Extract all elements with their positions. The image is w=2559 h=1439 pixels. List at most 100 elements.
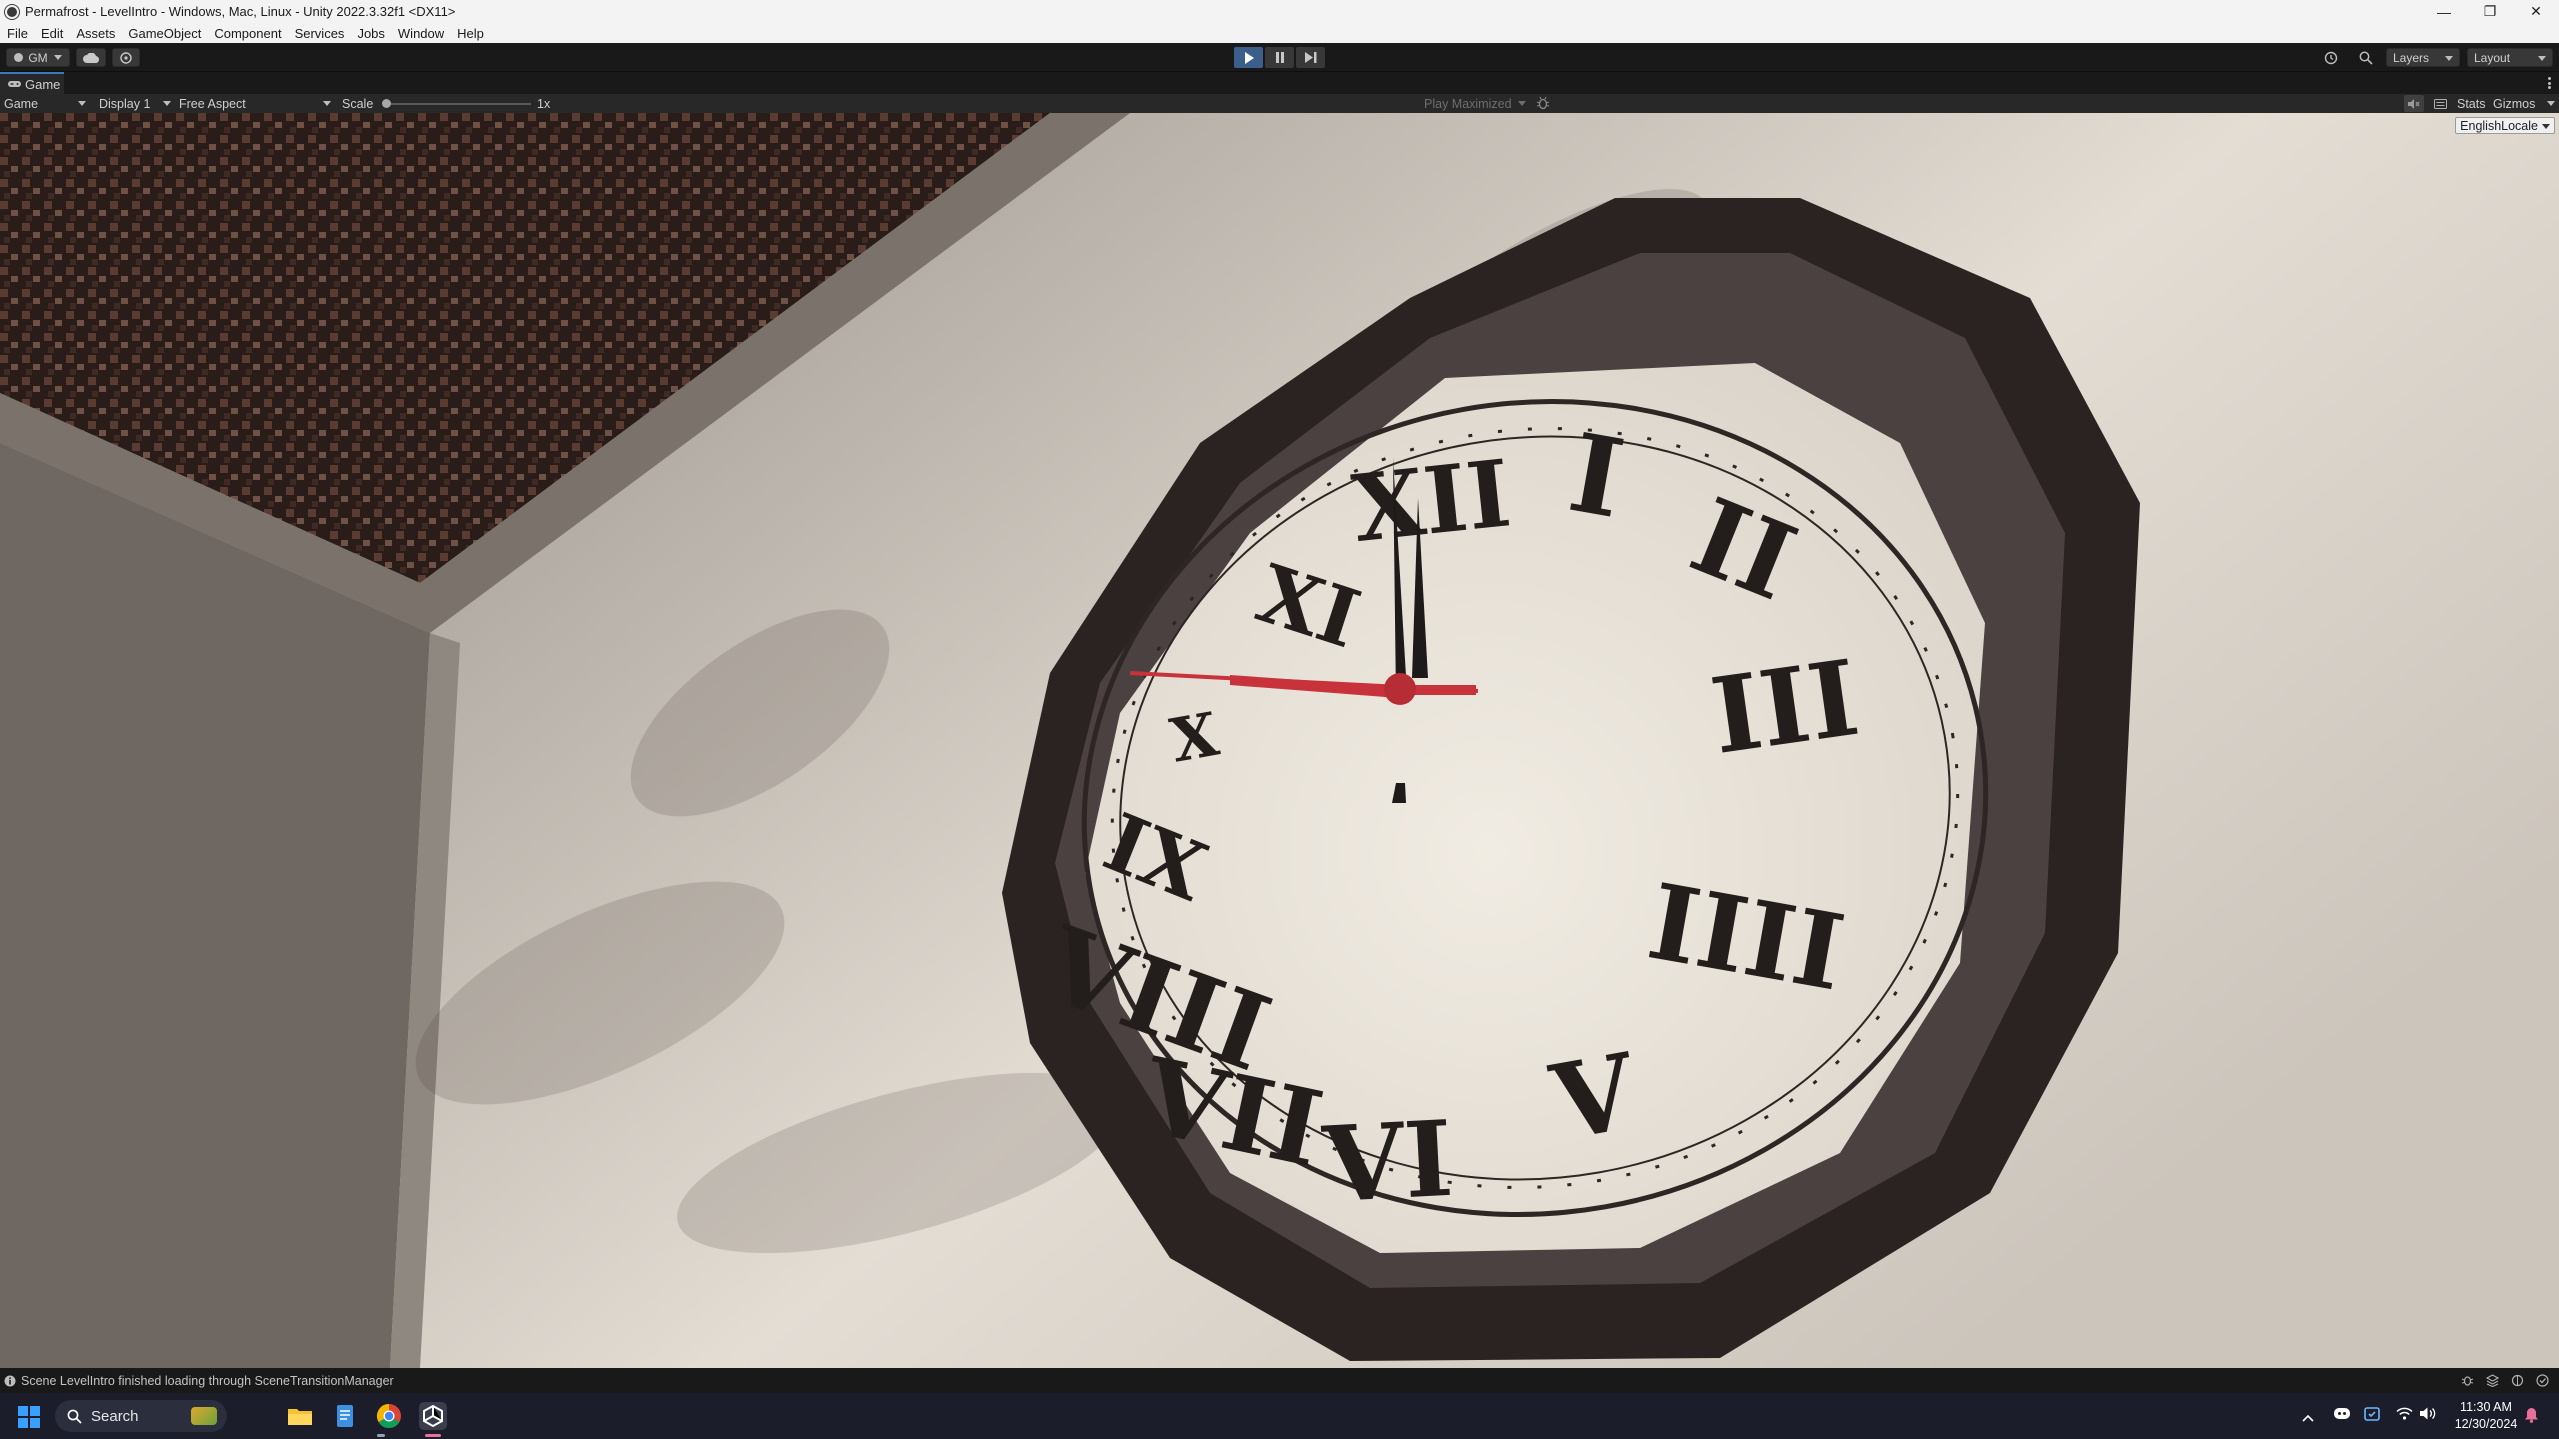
running-indicator (377, 1434, 385, 1437)
step-button[interactable] (1296, 47, 1325, 68)
search-button[interactable] (2353, 48, 2379, 67)
wifi-icon[interactable] (2396, 1407, 2413, 1425)
search-placeholder: Search (91, 1407, 139, 1425)
chevron-down-icon (2538, 56, 2546, 61)
gamepad-icon (8, 81, 21, 87)
play-mode-dropdown[interactable]: Play Maximized (1424, 96, 1528, 111)
display-dropdown[interactable]: Display 1 (99, 96, 173, 111)
view-dropdown[interactable]: Game (4, 96, 88, 111)
menu-gameobject[interactable]: GameObject (128, 26, 201, 41)
notepad-icon[interactable] (331, 1402, 359, 1430)
file-explorer-icon[interactable] (286, 1402, 314, 1430)
check-circle-icon[interactable] (2536, 1374, 2549, 1387)
chevron-down-icon (2445, 56, 2453, 61)
bug-icon[interactable] (2461, 1374, 2474, 1387)
layout-label: Layout (2474, 50, 2511, 65)
step-icon (1304, 52, 1316, 63)
chevron-down-icon (163, 101, 171, 106)
keyboard-icon (2433, 98, 2447, 109)
clock-time: 11:30 AM (2460, 1400, 2512, 1414)
notification-bell-icon[interactable] (2524, 1407, 2539, 1428)
windows-start-button[interactable] (18, 1406, 40, 1428)
frame-debugger-button[interactable] (1536, 96, 1552, 111)
numeral-vi: VI (1319, 1097, 1456, 1227)
scale-label: Scale (342, 96, 374, 111)
account-label: GM (28, 50, 48, 65)
chevron-down-icon (2542, 124, 2550, 129)
window-title-bar: Permafrost - LevelIntro - Windows, Mac, … (0, 0, 2559, 23)
scale-slider-thumb[interactable] (382, 99, 391, 108)
play-icon (1244, 51, 1254, 64)
chevron-down-icon (78, 101, 86, 106)
tab-strip: Game (0, 72, 2559, 94)
menu-edit[interactable]: Edit (41, 26, 63, 41)
speaker-mute-icon (2408, 98, 2420, 109)
chrome-icon[interactable] (375, 1402, 403, 1430)
numeral-xii: XII (1348, 439, 1516, 563)
scale-value: 1x (537, 96, 551, 111)
search-highlight-icon (191, 1407, 217, 1425)
layers-label: Layers (2393, 50, 2430, 65)
menu-bar: File Edit Assets GameObject Component Se… (0, 23, 2559, 43)
taskbar: Search 11:30 AM 12/30/2024 (0, 1393, 2559, 1439)
shortcuts-button[interactable] (2432, 96, 2448, 111)
game-view-toolbar: Game Display 1 Free Aspect Scale 1x Play… (0, 94, 2559, 113)
aspect-dropdown[interactable]: Free Aspect (179, 96, 333, 111)
account-icon (14, 53, 24, 62)
menu-jobs[interactable]: Jobs (357, 26, 384, 41)
volume-icon[interactable] (2420, 1407, 2436, 1425)
gizmos-label: Gizmos (2493, 96, 2536, 111)
unity-taskbar-icon[interactable] (419, 1402, 447, 1430)
menu-window[interactable]: Window (398, 26, 444, 41)
game-viewport[interactable]: I II III IIII V VI VII VIII IX X XI XII … (0, 113, 2559, 1368)
more-options-icon[interactable] (2548, 77, 2551, 89)
pause-button[interactable] (1265, 47, 1294, 68)
view-label: Game (4, 96, 39, 111)
layers-stack-icon[interactable] (2486, 1374, 2499, 1387)
history-button[interactable] (2318, 48, 2344, 67)
play-mode-label: Play Maximized (1424, 96, 1512, 111)
play-button[interactable] (1234, 47, 1263, 68)
scene-render: I II III IIII V VI VII VIII IX X XI XII (0, 113, 2559, 1368)
taskbar-clock[interactable]: 11:30 AM 12/30/2024 (2451, 1399, 2521, 1433)
discord-tray-icon[interactable] (2334, 1407, 2350, 1425)
info-icon (4, 1375, 16, 1386)
chevron-down-icon (53, 55, 62, 60)
menu-file[interactable]: File (7, 26, 28, 41)
gizmos-dropdown[interactable]: Gizmos (2493, 96, 2555, 111)
menu-component[interactable]: Component (214, 26, 281, 41)
tab-game-label: Game (25, 76, 61, 92)
numeral-iii: III (1704, 636, 1866, 778)
lighting-icon[interactable] (2511, 1374, 2524, 1387)
chevron-down-icon (323, 101, 331, 106)
close-button[interactable]: ✕ (2513, 0, 2559, 23)
stats-button[interactable]: Stats (2457, 96, 2486, 111)
collab-button[interactable] (112, 48, 140, 67)
cloud-button[interactable] (76, 48, 106, 67)
layout-dropdown[interactable]: Layout (2467, 48, 2553, 67)
status-bar: Scene LevelIntro finished loading throug… (0, 1368, 2559, 1393)
mute-audio-button[interactable] (2404, 95, 2424, 112)
account-dropdown[interactable]: GM (6, 48, 70, 67)
status-message[interactable]: Scene LevelIntro finished loading throug… (21, 1374, 394, 1388)
locale-dropdown[interactable]: EnglishLocale (2455, 117, 2555, 134)
menu-assets[interactable]: Assets (76, 26, 115, 41)
layers-dropdown[interactable]: Layers (2386, 48, 2460, 67)
tray-overflow-chevron-icon[interactable] (2302, 1409, 2314, 1427)
sync-tray-icon[interactable] (2364, 1406, 2380, 1427)
search-icon (2359, 51, 2373, 65)
minimize-button[interactable]: — (2421, 0, 2467, 23)
chevron-down-icon (1518, 101, 1526, 106)
menu-help[interactable]: Help (457, 26, 484, 41)
maximize-button[interactable]: ❐ (2467, 0, 2513, 23)
tab-game[interactable]: Game (0, 72, 64, 94)
scale-slider-track[interactable] (383, 103, 531, 105)
menu-services[interactable]: Services (295, 26, 345, 41)
locale-label: EnglishLocale (2460, 118, 2538, 133)
collab-icon (120, 51, 132, 64)
pause-icon (1275, 52, 1284, 63)
aspect-label: Free Aspect (179, 96, 246, 111)
clock-center-cap (1384, 673, 1416, 705)
windows-logo-icon (18, 1406, 40, 1428)
taskbar-search[interactable]: Search (55, 1400, 227, 1432)
